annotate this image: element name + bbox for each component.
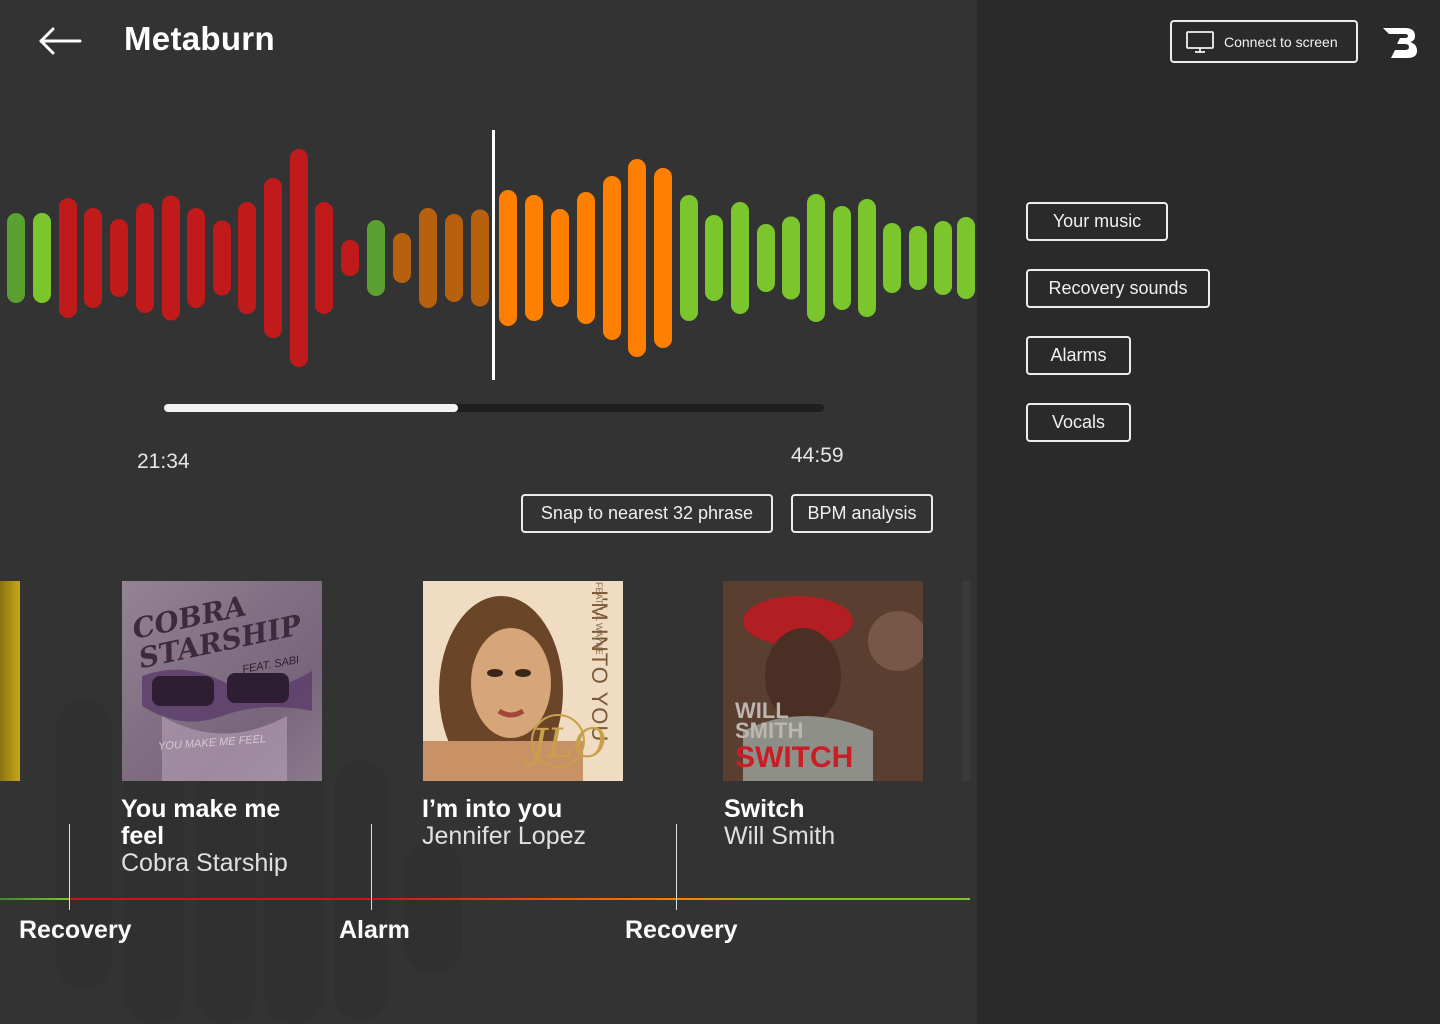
timeline-segment-recovery	[676, 898, 970, 900]
timeline-label: Alarm	[339, 916, 410, 944]
album-cover-text: SWITCH	[735, 741, 854, 774]
ghost-bar	[56, 700, 112, 990]
waveform-bar	[807, 194, 825, 322]
waveform-bar	[33, 213, 51, 303]
track-artist: Will Smith	[724, 822, 836, 850]
ghost-bar	[404, 840, 462, 974]
monitor-icon	[1186, 30, 1214, 53]
album-cover[interactable]: I'M INTO YOU FEAT. LIL WAYNE JLO	[423, 581, 623, 781]
timeline-marker[interactable]	[676, 824, 677, 910]
side-panel	[977, 0, 1440, 1024]
track-title[interactable]: You make me feel	[121, 796, 311, 850]
total-time: 44:59	[791, 444, 844, 467]
waveform-bar	[957, 217, 975, 299]
waveform-bar	[628, 159, 646, 357]
waveform-bar	[680, 195, 698, 321]
album-cover-partial[interactable]	[962, 581, 970, 781]
ghost-bar	[264, 740, 324, 1024]
album-cover-text: JLO	[531, 721, 607, 767]
album-cover-text: WILL SMITH	[735, 698, 804, 743]
waveform[interactable]	[0, 120, 977, 390]
current-time: 21:34	[137, 450, 190, 473]
progress-bar[interactable]	[164, 404, 824, 412]
waveform-bar	[213, 220, 231, 296]
waveform-bar	[705, 215, 723, 301]
category-vocals[interactable]: Vocals	[1026, 403, 1131, 442]
waveform-bar	[934, 221, 952, 295]
timeline-segment-red	[70, 898, 372, 900]
timeline-label: Recovery	[19, 916, 132, 944]
connect-to-screen-button[interactable]: Connect to screen	[1170, 20, 1358, 63]
waveform-bar	[471, 209, 489, 307]
waveform-bar	[654, 168, 672, 348]
waveform-bar	[499, 190, 517, 326]
timeline-segment-recovery	[0, 898, 70, 900]
waveform-bar	[84, 208, 102, 308]
progress-fill	[164, 404, 458, 412]
track-title[interactable]: Switch	[724, 796, 805, 823]
waveform-bar	[264, 178, 282, 338]
waveform-bar	[367, 220, 385, 296]
waveform-bar	[731, 202, 749, 314]
waveform-bar	[858, 199, 876, 317]
waveform-bar	[59, 198, 77, 318]
timeline-label: Recovery	[625, 916, 738, 944]
album-cover[interactable]: WILL SMITH SWITCH	[723, 581, 923, 781]
waveform-bar	[162, 195, 180, 321]
waveform-bar	[315, 202, 333, 314]
connect-label: Connect to screen	[1224, 33, 1338, 50]
category-recovery-sounds[interactable]: Recovery sounds	[1026, 269, 1210, 308]
album-cover[interactable]: COBRA STARSHIP FEAT. SABI YOU MAKE ME FE…	[122, 581, 322, 781]
track-artist: Cobra Starship	[121, 849, 288, 877]
waveform-bar	[110, 219, 128, 297]
waveform-bar	[757, 224, 775, 292]
waveform-bar	[833, 206, 851, 310]
main-panel: Metaburn 21:34 44:59 Snap to nearest 32 …	[0, 0, 977, 1024]
waveform-bar	[187, 208, 205, 308]
snap-phrase-button[interactable]: Snap to nearest 32 phrase	[521, 494, 773, 533]
timeline-segment-alarm	[372, 898, 676, 900]
waveform-bar	[7, 213, 25, 303]
waveform-bar	[445, 214, 463, 302]
category-alarms[interactable]: Alarms	[1026, 336, 1131, 375]
brand-logo[interactable]	[1381, 24, 1419, 60]
waveform-bar	[909, 226, 927, 290]
bpm-analysis-button[interactable]: BPM analysis	[791, 494, 933, 533]
playhead[interactable]	[492, 130, 495, 380]
ghost-bar	[334, 760, 388, 1020]
track-artist: Jennifer Lopez	[422, 822, 587, 850]
timeline-marker[interactable]	[371, 824, 372, 910]
waveform-bar	[393, 233, 411, 283]
waveform-bar	[525, 195, 543, 321]
waveform-bar	[290, 149, 308, 367]
page-title: Metaburn	[124, 20, 275, 57]
waveform-bar	[341, 240, 359, 276]
waveform-bar	[238, 202, 256, 314]
category-your-music[interactable]: Your music	[1026, 202, 1168, 241]
album-cover-partial[interactable]	[0, 581, 20, 781]
waveform-bar	[603, 176, 621, 340]
waveform-bar	[551, 209, 569, 307]
arrow-left-icon[interactable]	[36, 24, 84, 58]
timeline-marker[interactable]	[69, 824, 70, 910]
track-title[interactable]: I’m into you	[422, 796, 562, 823]
waveform-bar	[577, 192, 595, 324]
waveform-bar	[419, 208, 437, 308]
waveform-bar	[136, 203, 154, 313]
album-cover-text: FEAT. LIL WAYNE	[594, 582, 604, 656]
waveform-bar	[883, 223, 901, 293]
waveform-bar	[782, 216, 800, 300]
